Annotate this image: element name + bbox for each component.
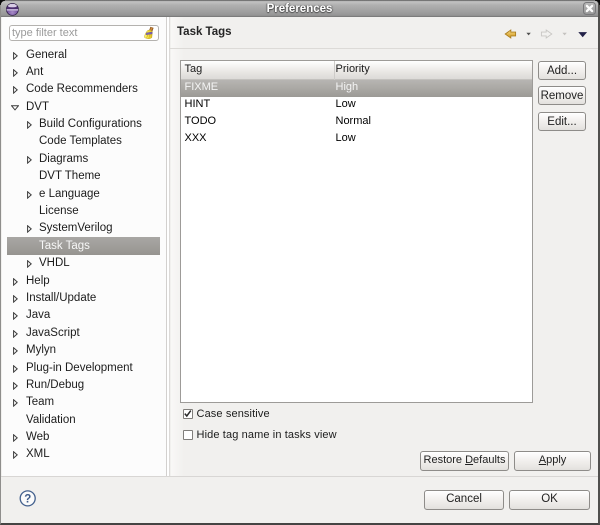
svg-text:?: ? [24, 494, 31, 506]
